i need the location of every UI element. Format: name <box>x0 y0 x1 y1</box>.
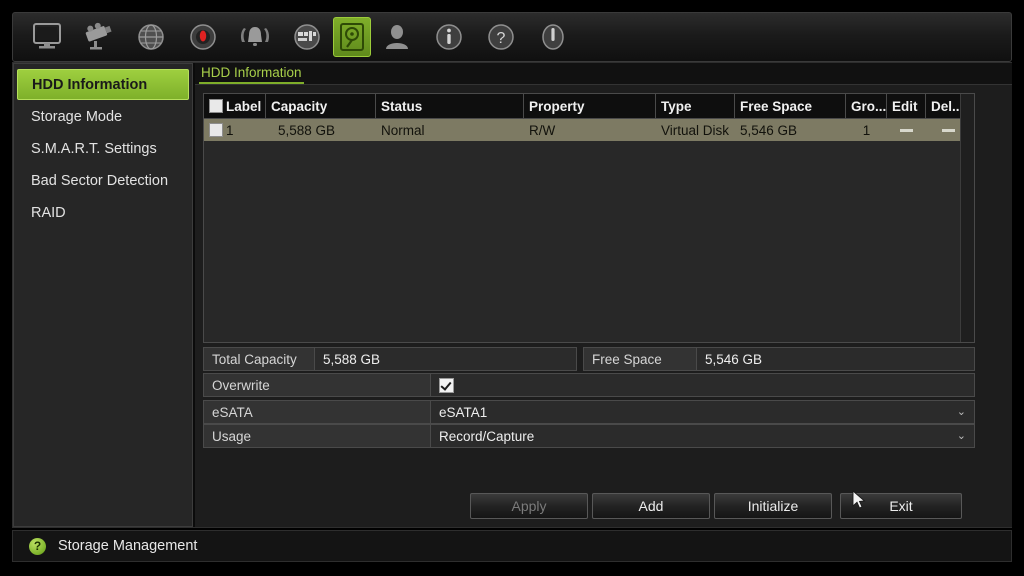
usage-selected-value: Record/Capture <box>439 428 535 444</box>
edit-dash-icon <box>900 128 913 132</box>
status-bar-text: Storage Management <box>58 538 198 554</box>
cell-type: Virtual Disk <box>661 122 730 138</box>
row-usage: Usage Record/Capture ⌄ <box>203 424 975 448</box>
column-header-status-text: Status <box>381 98 423 114</box>
cell-label: 1 <box>204 119 266 141</box>
cell-property: R/W <box>529 122 556 138</box>
record-icon[interactable] <box>177 15 229 59</box>
cell-free-space: 5,546 GB <box>740 122 798 138</box>
cell-edit[interactable] <box>887 119 926 141</box>
column-header-group[interactable]: Gro... <box>846 94 887 118</box>
select-all-checkbox[interactable] <box>209 99 223 113</box>
column-header-capacity[interactable]: Capacity <box>266 94 376 118</box>
help-icon[interactable]: ? <box>475 15 527 59</box>
column-header-status[interactable]: Status <box>376 94 524 118</box>
overwrite-value-cell <box>431 373 975 397</box>
column-header-property-text: Property <box>529 98 585 114</box>
sidebar-item-label: Bad Sector Detection <box>31 172 169 189</box>
column-header-label-text: Label <box>226 98 262 114</box>
sidebar-item-label: S.M.A.R.T. Settings <box>31 140 157 157</box>
total-capacity-label: Total Capacity <box>203 347 315 371</box>
overwrite-checkbox[interactable] <box>439 377 454 393</box>
status-bar: ? Storage Management <box>12 530 1012 562</box>
tab-bar: HDD Information <box>195 63 1012 85</box>
column-header-edit-text: Edit <box>892 98 918 114</box>
column-header-free-space[interactable]: Free Space <box>735 94 846 118</box>
column-header-type[interactable]: Type <box>656 94 735 118</box>
sidebar-item-bad-sector-detection[interactable]: Bad Sector Detection <box>17 165 189 196</box>
table-header-row: Label Capacity Status Property Type Free… <box>204 94 974 119</box>
sidebar-item-label: Storage Mode <box>31 108 123 125</box>
sidebar: HDD Information Storage Mode S.M.A.R.T. … <box>13 63 193 527</box>
column-header-property[interactable]: Property <box>524 94 656 118</box>
cell-capacity: 5,588 GB <box>278 122 336 138</box>
exit-button[interactable]: Exit <box>840 493 962 519</box>
column-header-capacity-text: Capacity <box>271 98 328 114</box>
sidebar-item-smart-settings[interactable]: S.M.A.R.T. Settings <box>17 133 189 164</box>
free-space-value: 5,546 GB <box>697 347 975 371</box>
svg-text:?: ? <box>497 30 506 47</box>
sidebar-item-raid[interactable]: RAID <box>17 197 189 228</box>
row-overwrite: Overwrite <box>203 373 975 397</box>
total-capacity-value: 5,588 GB <box>315 347 577 371</box>
free-space-label: Free Space <box>583 347 697 371</box>
row-select-checkbox[interactable] <box>209 123 223 137</box>
cell-label-text: 1 <box>226 122 234 138</box>
column-header-type-text: Type <box>661 98 692 114</box>
hdd-icon[interactable] <box>333 17 371 57</box>
sidebar-item-storage-mode[interactable]: Storage Mode <box>17 101 189 132</box>
hdd-table: Label Capacity Status Property Type Free… <box>203 93 975 343</box>
column-header-delete-text: Del... <box>931 98 964 114</box>
initialize-button[interactable]: Initialize <box>714 493 832 519</box>
network-globe-icon[interactable] <box>125 15 177 59</box>
settings-panel-icon[interactable] <box>281 15 333 59</box>
main-toolbar: ? <box>12 12 1012 62</box>
help-circle-icon[interactable]: ? <box>29 537 46 555</box>
info-icon[interactable] <box>423 15 475 59</box>
row-esata: eSATA eSATA1 ⌄ <box>203 400 975 424</box>
monitor-icon[interactable] <box>21 15 73 59</box>
sidebar-item-label: HDD Information <box>32 76 148 93</box>
user-icon[interactable] <box>371 15 423 59</box>
cell-status: Normal <box>381 122 425 138</box>
alarm-bell-icon[interactable] <box>229 15 281 59</box>
nvr-window: ? HDD Information Storage Mode S.M.A.R.T… <box>0 0 1024 576</box>
apply-button[interactable]: Apply <box>470 493 588 519</box>
action-buttons: Apply Add Initialize Exit <box>195 493 1012 523</box>
chevron-down-icon: ⌄ <box>956 429 966 442</box>
content-panel: HDD Information Label Capacity Status Pr… <box>195 63 1012 527</box>
cell-group: 1 <box>862 122 871 138</box>
usage-select[interactable]: Record/Capture ⌄ <box>431 424 975 448</box>
column-header-label[interactable]: Label <box>204 94 266 118</box>
sidebar-item-hdd-information[interactable]: HDD Information <box>17 69 189 100</box>
power-icon[interactable] <box>527 15 579 59</box>
sidebar-item-label: RAID <box>31 204 66 221</box>
table-row[interactable]: 1 5,588 GB Normal R/W Virtual Disk 5,546… <box>204 119 974 141</box>
esata-selected-value: eSATA1 <box>439 404 488 420</box>
add-button[interactable]: Add <box>592 493 710 519</box>
overwrite-label: Overwrite <box>203 373 431 397</box>
column-header-group-text: Gro... <box>851 98 887 114</box>
tab-hdd-information[interactable]: HDD Information <box>199 65 304 84</box>
delete-dash-icon <box>942 128 955 132</box>
esata-label: eSATA <box>203 400 431 424</box>
table-scrollbar[interactable] <box>960 94 974 342</box>
camera-icon[interactable] <box>73 15 125 59</box>
esata-select[interactable]: eSATA1 ⌄ <box>431 400 975 424</box>
chevron-down-icon: ⌄ <box>956 405 966 418</box>
row-capacity-summary: Total Capacity 5,588 GB Free Space 5,546… <box>203 347 975 371</box>
column-header-edit[interactable]: Edit <box>887 94 926 118</box>
column-header-free-space-text: Free Space <box>740 98 813 114</box>
usage-label: Usage <box>203 424 431 448</box>
